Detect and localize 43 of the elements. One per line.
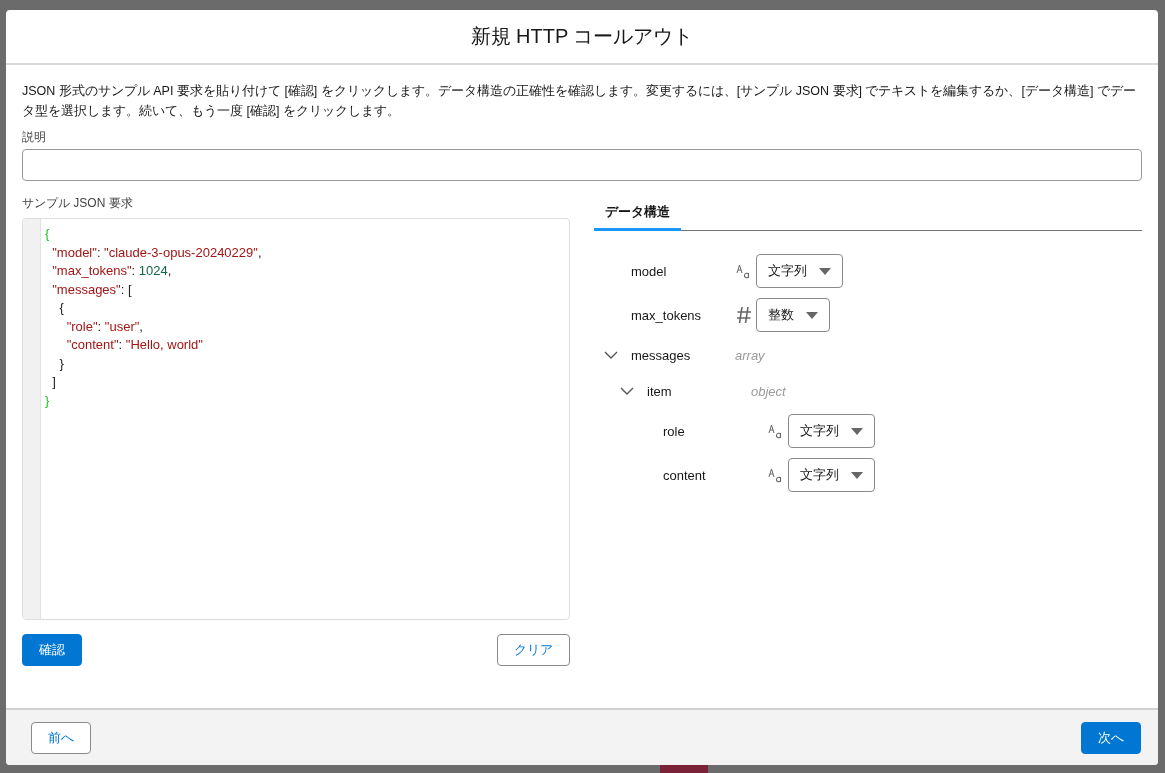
next-button[interactable]: 次へ: [1081, 721, 1141, 754]
chevron-down-icon[interactable]: [604, 351, 618, 359]
text-type-icon: [768, 467, 784, 483]
code-line: }: [58, 354, 65, 373]
field-name: role: [663, 423, 686, 439]
number-type-icon: [736, 306, 752, 324]
field-type: array: [735, 347, 765, 363]
field-name: content: [663, 467, 707, 483]
dropdown-caret-icon: [806, 311, 818, 319]
code-line: {: [45, 225, 51, 243]
type-select[interactable]: 文字列: [756, 254, 843, 288]
type-select[interactable]: 文字列: [788, 414, 875, 448]
code-line: {: [58, 299, 65, 317]
field-type: object: [751, 383, 786, 399]
field-name: max_tokens: [631, 307, 703, 323]
code-line: "content": "Hello, world": [65, 336, 204, 354]
back-button[interactable]: 前へ: [31, 721, 91, 754]
text-type-icon: [736, 263, 752, 279]
description-field[interactable]: [22, 149, 1142, 181]
type-select[interactable]: 文字列: [788, 458, 875, 492]
code-line: "messages": [: [51, 280, 133, 299]
code-editor[interactable]: { "model": "claude-3-opus-20240229", "max_tokens": 1024, "messages": [ { "role": "user", "content": "Hello, world" } ] }: [22, 218, 570, 620]
field-name: model: [631, 263, 668, 279]
code-line: }: [45, 391, 51, 410]
dropdown-caret-icon: [851, 427, 863, 435]
field-label: 説明: [22, 130, 46, 144]
code-line: "model": "claude-3-opus-20240229",: [51, 243, 262, 262]
chevron-down-icon[interactable]: [620, 387, 634, 395]
instructions: JSON 形式のサンプル API 要求を貼り付けて [確認] をクリックします。データ構造の正確性を確認します。変更するには、[サンプル JSON 要求] でテキストを編集するか、[データ構造] でデータ型を選択します。続いて、もう一度 [確認] をクリックします。: [22, 83, 1137, 120]
text-type-icon: [768, 423, 784, 439]
code-line: "role": "user",: [65, 317, 144, 336]
code-line: "max_tokens": 1024,: [51, 262, 173, 280]
dropdown-caret-icon: [819, 267, 831, 275]
dialog-title: 新規 HTTP コールアウト: [470, 24, 694, 49]
clear-button[interactable]: クリア: [497, 634, 570, 666]
field-name: messages: [631, 347, 692, 363]
field-label: サンプル JSON 要求: [22, 196, 133, 210]
code-line: ]: [51, 373, 57, 391]
type-select[interactable]: 整数: [756, 298, 830, 332]
dropdown-caret-icon: [851, 471, 863, 479]
confirm-button[interactable]: 確認: [22, 634, 82, 666]
tab[interactable]: データ構造: [594, 195, 681, 231]
field-name: item: [647, 383, 673, 399]
